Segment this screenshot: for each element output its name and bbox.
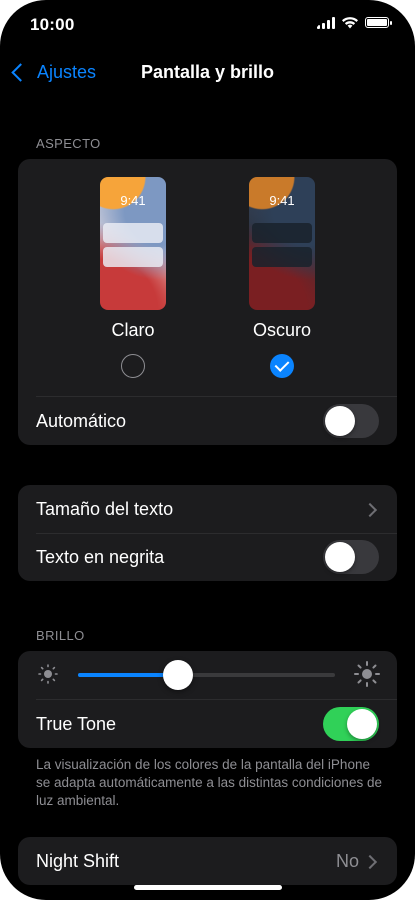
dark-preview-time: 9:41 <box>269 193 295 208</box>
dark-preview-widget <box>252 247 312 267</box>
navigation-bar: Ajustes Pantalla y brillo <box>0 58 415 90</box>
night-shift-value: No <box>335 851 359 871</box>
appearance-card: 9:41 Claro 9:41 Oscuro Automático <box>18 159 397 445</box>
home-indicator[interactable] <box>134 885 282 890</box>
back-label: Ajustes <box>37 62 97 82</box>
text-card: Tamaño del texto Texto en negrita <box>18 485 397 581</box>
dark-mode-radio[interactable] <box>270 354 294 378</box>
battery-icon <box>365 17 392 28</box>
light-mode-radio[interactable] <box>121 354 145 378</box>
appearance-header: ASPECTO <box>36 136 101 151</box>
night-shift-card: Night Shift No <box>18 837 397 885</box>
automatic-toggle[interactable] <box>323 404 379 438</box>
true-tone-label: True Tone <box>36 713 117 734</box>
checkmark-icon <box>274 357 290 372</box>
true-tone-toggle[interactable] <box>323 707 379 741</box>
chevron-left-icon <box>11 63 30 82</box>
phone-screen: 10:00 Ajustes Pantalla y brillo ASPECTO … <box>0 0 415 900</box>
dark-mode-label: Oscuro <box>252 320 312 340</box>
brightness-high-icon <box>354 661 380 687</box>
dark-preview-widget <box>252 223 312 243</box>
true-tone-description: La visualización de los colores de la pa… <box>36 757 382 808</box>
light-mode-preview[interactable]: 9:41 <box>100 177 166 310</box>
wifi-icon <box>342 17 358 29</box>
light-preview-time: 9:41 <box>120 193 146 208</box>
brightness-header: BRILLO <box>36 628 85 643</box>
automatic-label: Automático <box>36 410 127 431</box>
brightness-card: True Tone <box>18 651 397 748</box>
brightness-low-icon <box>38 664 58 684</box>
text-size-row[interactable]: Tamaño del texto <box>18 485 397 533</box>
night-shift-label: Night Shift <box>36 850 120 871</box>
status-icons <box>317 16 392 29</box>
dark-mode-preview[interactable]: 9:41 <box>249 177 315 310</box>
light-preview-widget <box>103 223 163 243</box>
text-size-label: Tamaño del texto <box>36 498 174 519</box>
light-mode-label: Claro <box>111 320 155 340</box>
brightness-slider[interactable] <box>78 660 335 690</box>
notch <box>92 0 323 34</box>
brightness-slider-thumb[interactable] <box>163 660 194 690</box>
light-preview-widget <box>103 247 163 267</box>
bold-text-label: Texto en negrita <box>36 546 165 567</box>
bold-text-toggle[interactable] <box>323 540 379 574</box>
status-time: 10:00 <box>30 15 75 34</box>
back-button[interactable]: Ajustes <box>10 62 96 83</box>
